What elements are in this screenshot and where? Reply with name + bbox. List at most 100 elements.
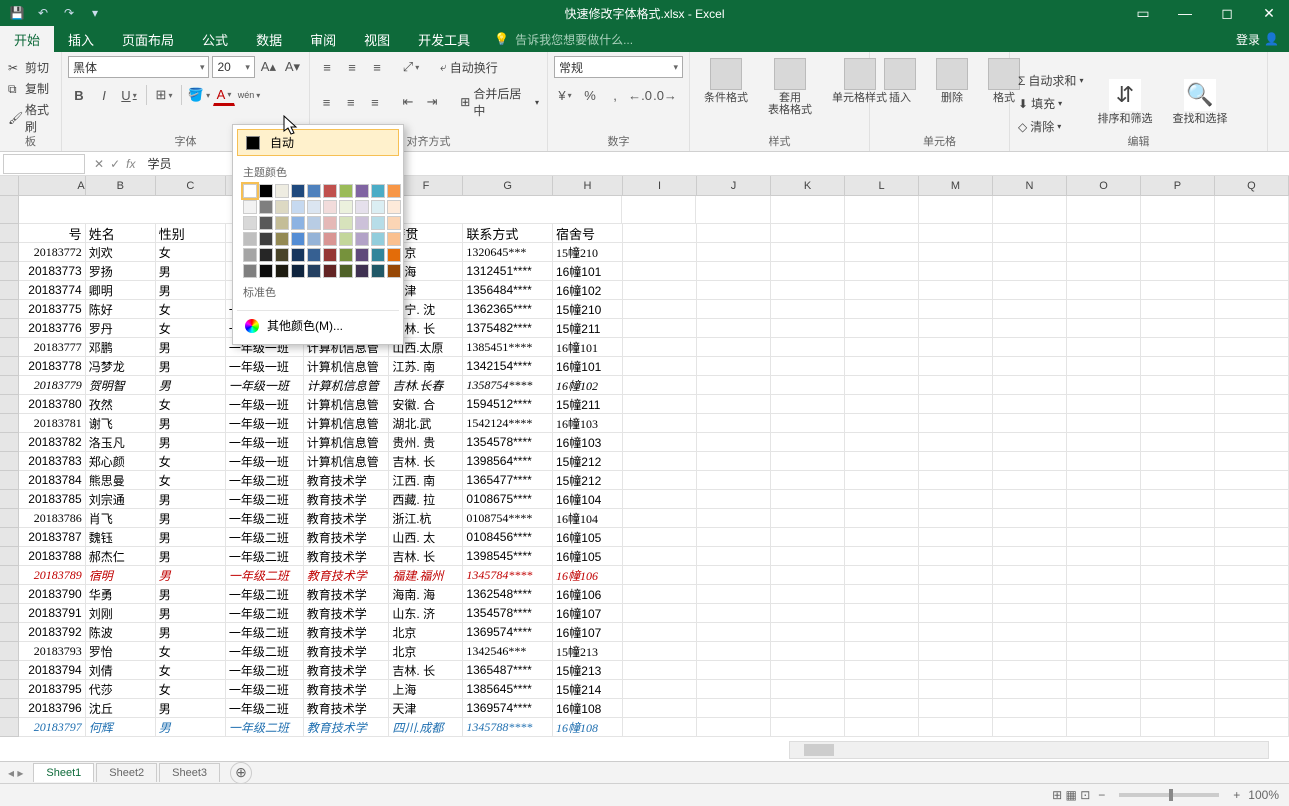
cell[interactable] <box>771 452 845 471</box>
color-swatch[interactable] <box>371 200 385 214</box>
col-header[interactable]: G <box>463 176 553 195</box>
col-header[interactable]: L <box>845 176 919 195</box>
cell[interactable] <box>771 642 845 661</box>
cell[interactable]: 15幢213 <box>553 642 623 661</box>
color-swatch[interactable] <box>323 248 337 262</box>
phonetic-button[interactable]: wén <box>238 84 260 106</box>
cell[interactable] <box>919 300 993 319</box>
cell[interactable]: 1365477**** <box>463 471 553 490</box>
cell[interactable]: 女 <box>156 243 226 262</box>
cell[interactable] <box>1141 281 1215 300</box>
cell[interactable]: 一年级二班 <box>226 585 304 604</box>
cell[interactable] <box>1141 547 1215 566</box>
sheet-tab-2[interactable]: Sheet2 <box>96 763 157 782</box>
save-icon[interactable]: 💾 <box>8 4 26 22</box>
cell[interactable]: 1362548**** <box>463 585 553 604</box>
color-swatch[interactable] <box>259 216 273 230</box>
cell[interactable]: 1365487**** <box>463 661 553 680</box>
cell[interactable] <box>845 604 919 623</box>
cell[interactable] <box>697 319 771 338</box>
cell[interactable] <box>1215 471 1289 490</box>
cell[interactable]: 一年级二班 <box>226 642 304 661</box>
cell[interactable]: 15幢212 <box>553 471 623 490</box>
table-row[interactable]: 20183792陈波男一年级二班教育技术学北京1369574****16幢107 <box>0 623 1289 642</box>
cell[interactable] <box>1215 357 1289 376</box>
conditional-format-button[interactable]: 条件格式 <box>696 56 756 106</box>
cell[interactable]: 教育技术学 <box>304 604 390 623</box>
orientation-icon[interactable]: ⤢ <box>400 56 422 78</box>
cell[interactable] <box>919 547 993 566</box>
cell[interactable] <box>623 395 697 414</box>
cell[interactable] <box>623 604 697 623</box>
cell[interactable] <box>919 718 993 737</box>
cell[interactable] <box>845 528 919 547</box>
zoom-out-icon[interactable]: − <box>1098 788 1105 802</box>
format-painter-button[interactable]: 🖌格式刷 <box>6 100 55 136</box>
align-bottom-icon[interactable]: ≡ <box>366 56 388 78</box>
color-swatch[interactable] <box>291 264 305 278</box>
cell[interactable]: 一年级一班 <box>226 414 304 433</box>
cell[interactable]: 北京 <box>389 642 463 661</box>
redo-icon[interactable]: ↷ <box>60 4 78 22</box>
spreadsheet-grid[interactable]: 学员号姓名性别籍贯联系方式宿舍号20183772刘欢女北京1320645***1… <box>0 196 1289 776</box>
cell[interactable] <box>623 718 697 737</box>
cell[interactable]: 16幢105 <box>553 528 623 547</box>
cell[interactable] <box>993 566 1067 585</box>
cell[interactable]: 20183797 <box>19 718 85 737</box>
table-row[interactable]: 20183774卿明男天津1356484****16幢102 <box>0 281 1289 300</box>
row-header[interactable] <box>0 395 19 414</box>
cell[interactable]: 16幢108 <box>553 699 623 718</box>
cell[interactable]: 20183779 <box>19 376 85 395</box>
cell[interactable] <box>697 490 771 509</box>
color-swatch[interactable] <box>275 264 289 278</box>
cell[interactable]: 教育技术学 <box>304 547 390 566</box>
color-swatch[interactable] <box>259 264 273 278</box>
minimize-icon[interactable]: ― <box>1165 0 1205 26</box>
cell[interactable]: 20183774 <box>19 281 85 300</box>
cell[interactable]: 一年级二班 <box>226 547 304 566</box>
cell[interactable] <box>771 300 845 319</box>
cell[interactable]: 16幢101 <box>553 262 623 281</box>
cell[interactable]: 卿明 <box>86 281 156 300</box>
table-row[interactable]: 20183791刘刚男一年级二班教育技术学山东. 济1354578****16幢… <box>0 604 1289 623</box>
cell[interactable]: 16幢106 <box>553 566 623 585</box>
cell[interactable] <box>1141 243 1215 262</box>
cell[interactable]: 教育技术学 <box>304 699 390 718</box>
color-swatch[interactable] <box>243 232 257 246</box>
row-header[interactable] <box>0 566 19 585</box>
cell[interactable] <box>771 338 845 357</box>
color-swatch[interactable] <box>243 264 257 278</box>
percent-icon[interactable]: % <box>579 84 601 106</box>
col-header[interactable]: A <box>19 176 85 195</box>
cell[interactable] <box>993 300 1067 319</box>
cell[interactable] <box>845 376 919 395</box>
cell[interactable] <box>623 433 697 452</box>
cell[interactable] <box>771 319 845 338</box>
cell[interactable] <box>1067 699 1141 718</box>
cell[interactable]: 0108675**** <box>463 490 553 509</box>
cell[interactable] <box>1067 196 1141 224</box>
col-header[interactable]: B <box>86 176 156 195</box>
cell[interactable] <box>697 338 771 357</box>
currency-icon[interactable]: ¥ <box>554 84 576 106</box>
cell[interactable] <box>919 490 993 509</box>
cell[interactable] <box>845 243 919 262</box>
table-row[interactable]: 20183795代莎女一年级二班教育技术学上海1385645****15幢214 <box>0 680 1289 699</box>
cell[interactable] <box>845 433 919 452</box>
cell[interactable]: 吉林. 长 <box>389 661 463 680</box>
cell[interactable]: 一年级二班 <box>226 699 304 718</box>
cell[interactable] <box>919 680 993 699</box>
cell[interactable] <box>1215 243 1289 262</box>
cell[interactable]: 15幢211 <box>553 319 623 338</box>
cell[interactable] <box>919 395 993 414</box>
cell[interactable] <box>1141 661 1215 680</box>
cell[interactable] <box>1141 319 1215 338</box>
color-swatch[interactable] <box>323 264 337 278</box>
cell[interactable]: 16幢104 <box>553 490 623 509</box>
cell[interactable] <box>623 585 697 604</box>
cell[interactable]: 1354578**** <box>463 433 553 452</box>
cell[interactable] <box>697 281 771 300</box>
cell[interactable] <box>1067 604 1141 623</box>
table-row[interactable]: 20183787魏钰男一年级二班教育技术学山西. 太0108456****16幢… <box>0 528 1289 547</box>
cell[interactable] <box>993 357 1067 376</box>
